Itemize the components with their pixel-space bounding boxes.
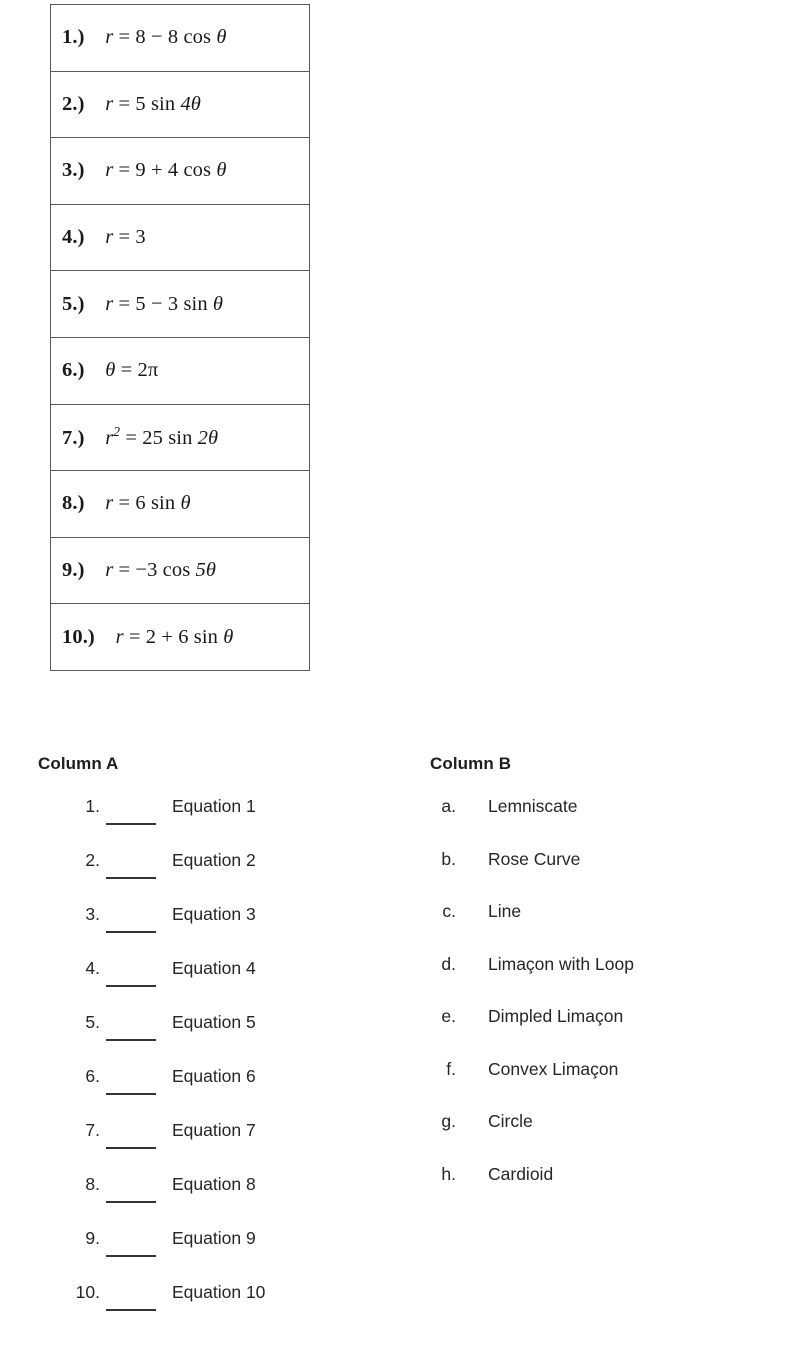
equation-expression: r = 3 [105,226,146,249]
equation-number: 6.) [62,359,85,382]
column-b-item-marker: e. [441,1006,456,1026]
equation-text: 2.) r = 5 sin 4θ [62,93,201,116]
equation-number: 8.) [62,492,85,515]
column-b-item: e. Dimpled Limaçon [0,1006,623,1059]
trig-function: sin [150,92,176,115]
trig-function: sin [168,427,193,450]
answer-blank[interactable] [106,1309,156,1311]
trig-function: cos [162,559,191,582]
equation-expression: r = 2 + 6 sin θ [115,625,234,648]
column-b-item-label: Limaçon with Loop [488,953,634,974]
trig-function: cos [183,159,212,182]
equation-row: 4.) r = 3 [51,204,309,272]
equation-row: 3.) r = 9 + 4 cos θ [51,138,309,205]
equation-text: 8.) r = 6 sin θ [62,492,191,515]
column-a-item-label: Equation 10 [172,1282,266,1302]
column-b-item-marker: h. [441,1163,456,1184]
column-b-item-label: Cardioid [488,1163,554,1184]
equation-row: 6.) θ = 2π [51,337,309,405]
column-a-item-number: 10. [75,1282,100,1302]
equation-table: 1.) r = 8 − 8 cos θ 2.) r = 5 sin 4θ 3.) r… [50,4,310,671]
trig-function: sin [150,492,176,515]
equation-expression: r = 9 + 4 cos θ [105,159,227,182]
equation-number: 1.) [62,26,85,49]
equation-number: 2.) [62,92,85,115]
equation-number: 5.) [62,292,85,315]
column-a-header: Column A [38,754,119,773]
trig-function: sin [193,625,219,648]
column-b-header: Column B [430,754,512,773]
equation-expression: θ = 2π [105,359,159,382]
column-b-item-marker: b. [441,848,456,869]
column-b-item-marker: a. [441,796,456,816]
equation-number: 7.) [62,427,85,450]
equation-text: 9.) r = −3 cos 5θ [62,559,216,582]
column-b-item-label: Line [488,901,522,921]
equation-text: 5.) r = 5 − 3 sin θ [62,293,223,316]
equation-expression: r = 5 − 3 sin θ [105,292,224,315]
equation-text: 6.) θ = 2π [62,359,158,382]
equation-expression: r = 8 − 8 cos θ [105,26,227,49]
column-b-item-marker: c. [442,901,456,921]
equation-text: 10.) r = 2 + 6 sin θ [62,626,233,649]
column-b-item: g. Circle [0,1111,532,1164]
equation-number: 3.) [62,159,85,182]
column-b-item: f. Convex Limaçon [0,1059,618,1112]
column-b-item-label: Lemniscate [488,796,578,816]
column-b-item-marker: f. [446,1058,456,1079]
equation-number: 10.) [62,625,95,648]
column-b-item-label: Convex Limaçon [488,1058,619,1079]
equation-text: 4.) r = 3 [62,226,146,249]
column-b-list: a. Lemniscate b. Rose Curve c. Line d. Limaçon … [0,796,634,1217]
equation-row: 5.) r = 5 − 3 sin θ [51,271,309,338]
equation-number: 9.) [62,559,85,582]
column-b-item-label: Circle [488,1111,533,1131]
equation-row: 9.) r = −3 cos 5θ [51,537,309,605]
column-b-item: a. Lemniscate [0,796,577,849]
equation-expression: r = −3 cos 5θ [105,559,217,582]
equation-expression: r2 = 25 sin 2θ [105,424,219,450]
column-b-item-marker: d. [441,953,456,974]
column-b-item: d. Limaçon with Loop [0,954,634,1007]
column-b-item-label: Dimpled Limaçon [488,1006,624,1026]
column-b-item-label: Rose Curve [488,848,581,869]
trig-function: sin [183,292,208,315]
equation-row: 2.) r = 5 sin 4θ [51,71,309,139]
column-b-item: h. Cardioid [0,1164,553,1217]
column-b-item: c. Line [0,901,521,954]
column-a-item: 10. Equation 10 [0,1282,400,1336]
equation-number: 4.) [62,226,85,249]
equation-text: 3.) r = 9 + 4 cos θ [62,159,227,182]
equation-expression: r = 6 sin θ [105,492,191,515]
column-a-item-label: Equation 9 [172,1228,256,1248]
column-b-item-marker: g. [441,1111,456,1131]
column-b-item: b. Rose Curve [0,849,580,902]
equation-row: 10.) r = 2 + 6 sin θ [51,604,309,671]
equation-text: 7.) r2 = 25 sin 2θ [62,424,218,450]
equation-row: 7.) r2 = 25 sin 2θ [51,404,309,472]
equation-expression: r = 5 sin 4θ [105,92,201,115]
column-a-item-number: 9. [85,1228,100,1248]
equation-row: 8.) r = 6 sin θ [51,471,309,538]
equation-text: 1.) r = 8 − 8 cos θ [62,26,227,49]
equation-row: 1.) r = 8 − 8 cos θ [51,5,309,72]
answer-blank[interactable] [106,1255,156,1257]
column-a-item: 9. Equation 9 [0,1228,400,1282]
trig-function: cos [183,26,212,49]
